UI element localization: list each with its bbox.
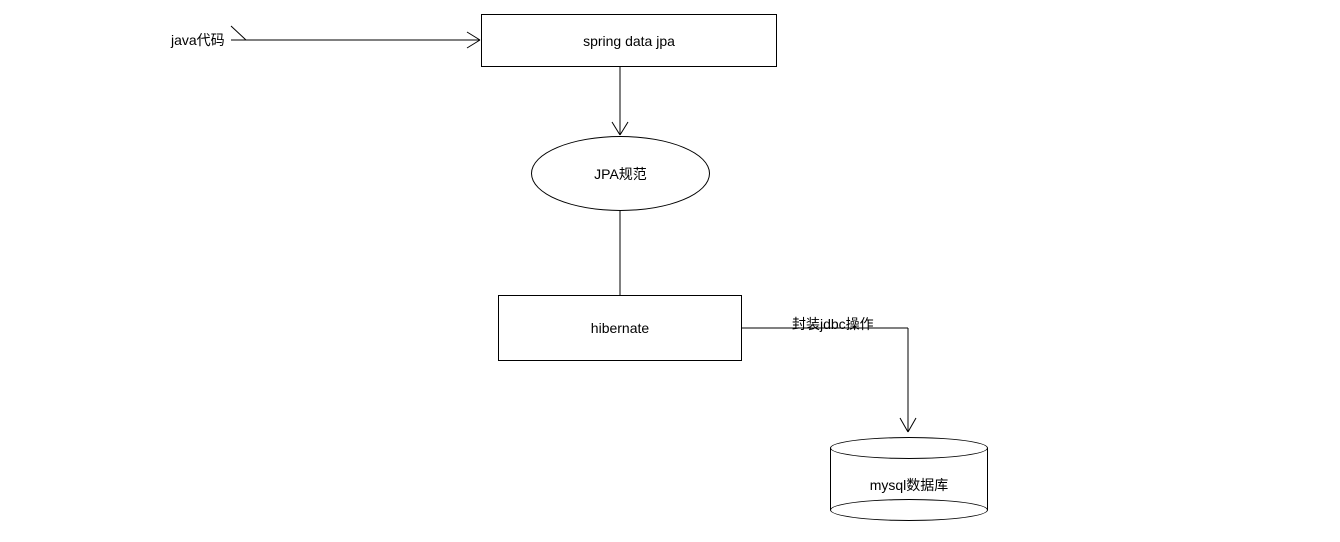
java-code-label: java代码: [171, 30, 225, 50]
jpa-spec-ellipse: JPA规范: [531, 136, 710, 211]
arrow-spring-to-jpa: [610, 67, 630, 137]
hibernate-box: hibernate: [498, 295, 742, 361]
arrow-hibernate-to-mysql: [742, 328, 922, 438]
mysql-db-cylinder: mysql数据库: [830, 437, 988, 522]
line-jpa-to-hibernate: [615, 211, 625, 295]
spring-data-jpa-text: spring data jpa: [583, 33, 675, 49]
spring-data-jpa-box: spring data jpa: [481, 14, 777, 67]
arrow-java-to-spring: [231, 26, 481, 46]
hibernate-text: hibernate: [591, 320, 649, 336]
jpa-spec-text: JPA规范: [594, 164, 647, 184]
mysql-db-text: mysql数据库: [870, 475, 949, 495]
